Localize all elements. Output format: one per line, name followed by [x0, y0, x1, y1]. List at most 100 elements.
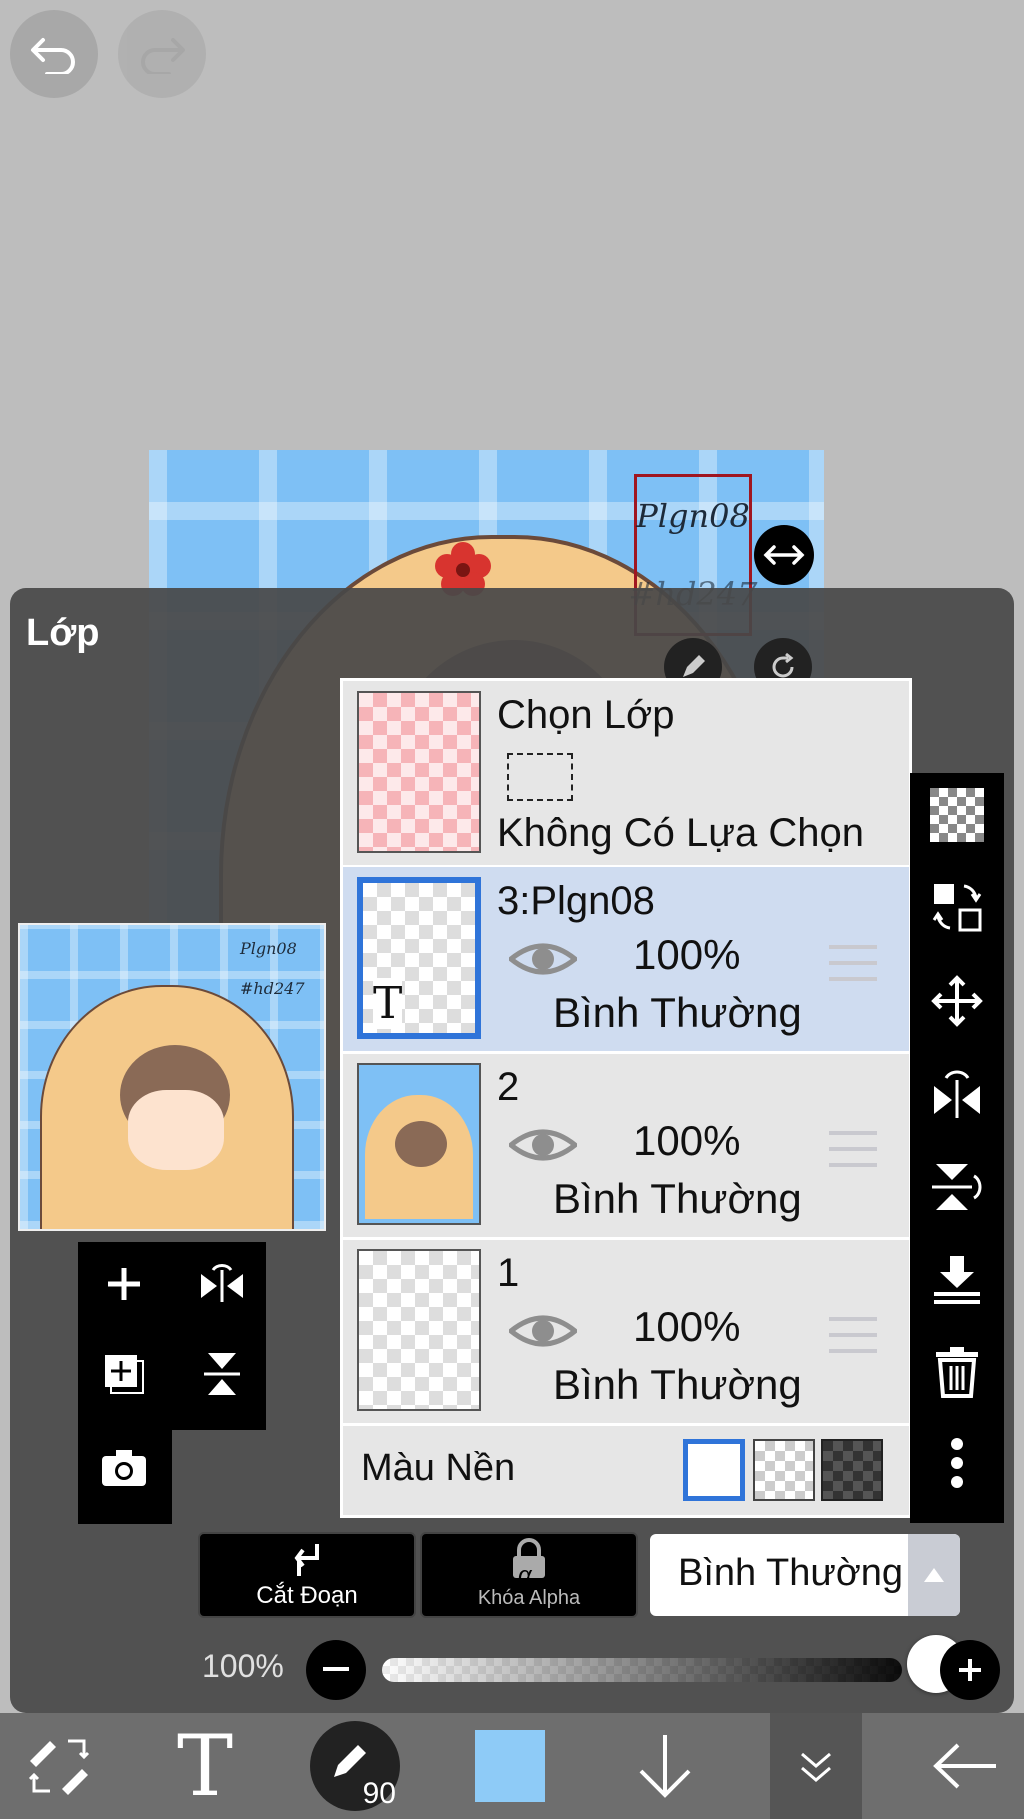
layer-actions-bar [910, 773, 1004, 1523]
arrow-left-icon [933, 1743, 996, 1789]
pencil-icon [683, 655, 705, 677]
selection-layer-row[interactable]: Chọn Lớp Không Có Lựa Chọn [343, 681, 909, 868]
layer-name: 1 [497, 1251, 520, 1295]
selection-text-line1: Plgn08 [636, 497, 750, 535]
swap-icon [932, 884, 982, 932]
plus-icon [959, 1659, 981, 1681]
layer-thumb: T [357, 877, 481, 1039]
thumb-hair [395, 1121, 447, 1167]
visibility-eye-icon[interactable] [509, 939, 577, 979]
drag-handle-icon[interactable] [829, 1317, 877, 1353]
back-button[interactable] [920, 1721, 1010, 1811]
bg-dark-swatch[interactable] [821, 1439, 883, 1501]
layer-opacity: 100% [633, 1303, 741, 1350]
current-color-swatch [475, 1730, 545, 1802]
alpha-symbol: α [518, 1562, 532, 1589]
minus-icon [323, 1667, 349, 1671]
layer-name: 2 [497, 1065, 520, 1109]
layer-row[interactable]: T 3:Plgn08 100% Bình Thường [343, 867, 909, 1054]
pencil-icon [334, 1745, 366, 1777]
add-layer-button[interactable] [94, 1254, 154, 1314]
alpha-lock-button[interactable]: α Khóa Alpha [420, 1532, 638, 1618]
visibility-eye-icon[interactable] [509, 1311, 577, 1351]
move-icon [931, 975, 983, 1027]
blend-mode-select[interactable]: Bình Thường [650, 1534, 960, 1616]
horizontal-arrows-icon [763, 545, 805, 565]
drag-handle-icon[interactable] [829, 945, 877, 981]
brush-eraser-swap-icon [28, 1739, 90, 1795]
selection-status: Không Có Lựa Chọn [497, 811, 865, 855]
undo-button[interactable] [10, 10, 98, 98]
opacity-slider[interactable] [382, 1658, 902, 1682]
clipping-button[interactable]: Cắt Đoạn [198, 1532, 416, 1618]
selection-thumb [357, 691, 481, 853]
redo-button[interactable] [118, 10, 206, 98]
add-layer-copy-button[interactable] [94, 1344, 154, 1404]
blend-mode-dropdown[interactable] [908, 1534, 960, 1616]
text-layer-icon: T [373, 978, 403, 1029]
layer-list: Chọn Lớp Không Có Lựa Chọn T 3:Plgn08 10… [340, 678, 912, 1518]
transparency-button[interactable] [927, 785, 987, 845]
opacity-decrease-button[interactable] [306, 1640, 366, 1700]
bg-white-swatch[interactable] [683, 1439, 745, 1501]
more-vertical-icon [951, 1438, 963, 1488]
blend-mode-value: Bình Thường [678, 1552, 904, 1594]
layer-blend-mode: Bình Thường [553, 989, 802, 1036]
flip-horizontal-layer-button[interactable] [927, 1063, 987, 1123]
merge-down-icon [934, 1256, 980, 1304]
more-options-button[interactable] [927, 1433, 987, 1493]
layer-row[interactable]: 1 100% Bình Thường [343, 1239, 909, 1426]
swap-layer-button[interactable] [927, 877, 987, 937]
opacity-increase-button[interactable] [940, 1640, 1000, 1700]
preview-text2: #hd247 [240, 979, 305, 998]
flip-vertical-icon [932, 1164, 982, 1210]
clip-arrow-icon [294, 1544, 319, 1576]
opacity-value: 100% [202, 1648, 284, 1684]
redo-icon [141, 38, 185, 74]
background-label: Màu Nền [361, 1447, 516, 1489]
brush-size-button[interactable]: 90 [310, 1721, 400, 1811]
background-color-row: Màu Nền [343, 1421, 909, 1515]
camera-button[interactable] [94, 1438, 154, 1498]
text-tool-button[interactable]: T [160, 1717, 250, 1815]
flip-vertical-icon [204, 1353, 240, 1395]
layers-toggle-button[interactable] [770, 1713, 862, 1819]
move-button[interactable] [927, 971, 987, 1031]
layer-name: 3:Plgn08 [497, 879, 655, 923]
alpha-lock-label: Khóa Alpha [477, 1587, 581, 1609]
marquee-icon [507, 753, 573, 801]
bg-transparent-swatch[interactable] [753, 1439, 815, 1501]
layer-thumb [357, 1063, 481, 1225]
flip-horizontal-icon [201, 1264, 243, 1302]
layer-opacity: 100% [633, 1117, 741, 1164]
arrow-down-icon [639, 1735, 691, 1798]
canvas-preview[interactable]: Plgn08 #hd247 [18, 923, 326, 1231]
add-copy-icon [105, 1355, 144, 1394]
bottom-toolbar: T 90 [0, 1713, 1024, 1819]
layer-panel: Lớp Plgn08 #hd247 Chọn Lớp Không Có Lựa … [10, 588, 1014, 1713]
delete-layer-button[interactable] [927, 1341, 987, 1401]
panel-title: Lớp [26, 612, 100, 654]
clipping-label: Cắt Đoạn [256, 1582, 358, 1609]
flip-vertical-button[interactable] [192, 1344, 252, 1404]
camera-icon [102, 1450, 146, 1486]
flip-horizontal-button[interactable] [192, 1254, 252, 1314]
layer-opacity: 100% [633, 931, 741, 978]
tool-switch-button[interactable] [14, 1721, 104, 1811]
flip-horizontal-icon [934, 1070, 980, 1118]
flip-vertical-layer-button[interactable] [927, 1157, 987, 1217]
layer-blend-mode: Bình Thường [553, 1361, 802, 1408]
layer-down-button[interactable] [620, 1721, 710, 1811]
merge-down-button[interactable] [927, 1249, 987, 1309]
preview-text1: Plgn08 [240, 939, 297, 958]
layer-row[interactable]: 2 100% Bình Thường [343, 1053, 909, 1240]
drag-handle-icon[interactable] [829, 1131, 877, 1167]
plus-icon [108, 1268, 140, 1300]
layer-thumb [357, 1249, 481, 1411]
resize-horizontal-handle[interactable] [754, 525, 814, 585]
brush-size-value: 90 [362, 1777, 396, 1810]
double-chevron-down-icon [801, 1752, 831, 1782]
triangle-up-icon [924, 1568, 944, 1582]
color-button[interactable] [474, 1721, 546, 1811]
visibility-eye-icon[interactable] [509, 1125, 577, 1165]
